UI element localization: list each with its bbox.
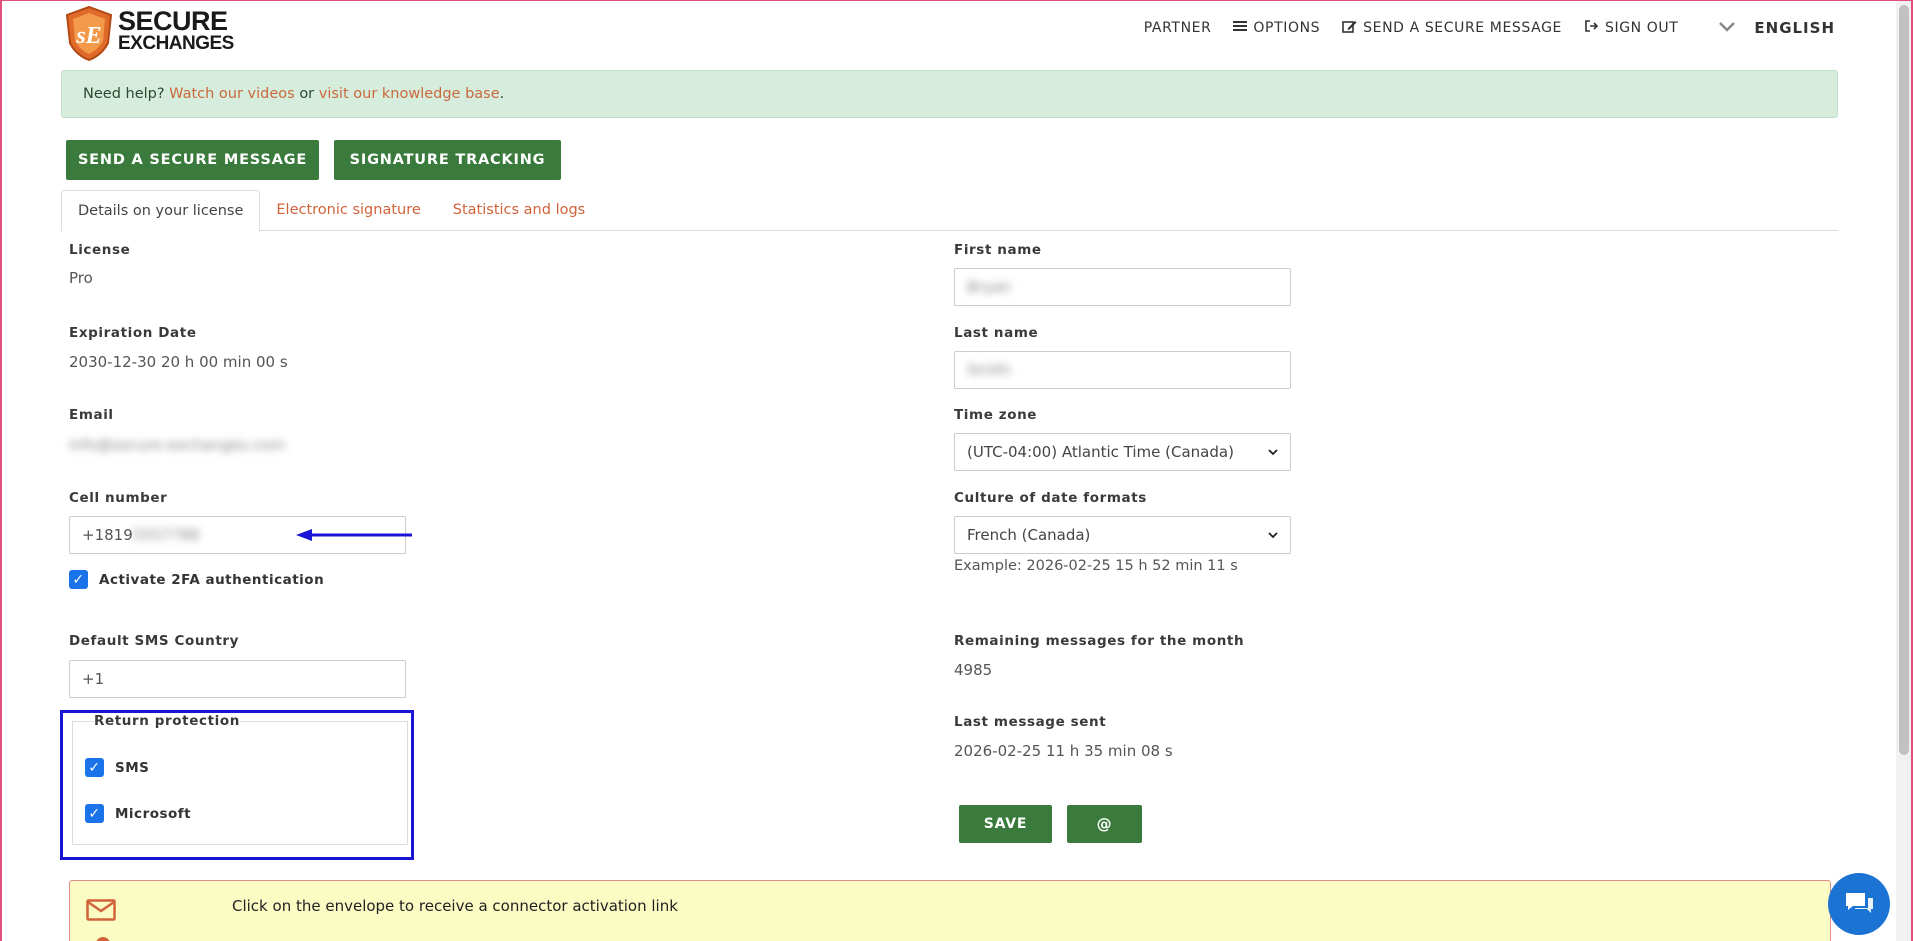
cell-number-prefix: +1819 — [82, 526, 133, 544]
default-sms-country-input[interactable]: +1 — [69, 660, 406, 698]
help-banner: Need help? Watch our videos or visit our… — [61, 70, 1838, 118]
nav-send-secure-message[interactable]: SEND A SECURE MESSAGE — [1342, 19, 1562, 37]
nav-options[interactable]: OPTIONS — [1233, 20, 1320, 36]
tab-electronic-signature[interactable]: Electronic signature — [260, 190, 436, 231]
menu-icon — [1233, 20, 1248, 36]
help-prefix: Need help? — [83, 86, 165, 102]
remaining-messages-value: 4985 — [954, 661, 993, 679]
last-name-value: Smith — [967, 361, 1011, 379]
email-label: Email — [69, 407, 114, 423]
page-scrollbar[interactable] — [1896, 1, 1911, 941]
license-value: Pro — [69, 269, 93, 287]
last-message-sent-value: 2026-02-25 11 h 35 min 08 s — [954, 742, 1173, 760]
shield-logo-icon: sE — [65, 5, 113, 61]
culture-example: Example: 2026-02-25 15 h 52 min 11 s — [954, 558, 1238, 574]
first-name-input[interactable]: Bryan — [954, 268, 1291, 306]
nav-sign-out[interactable]: SIGN OUT — [1584, 19, 1678, 37]
tab-statistics-logs[interactable]: Statistics and logs — [437, 190, 601, 231]
logo-line-1: SECURE — [118, 6, 228, 36]
culture-label: Culture of date formats — [954, 490, 1147, 506]
connector-activation-banner: Click on the envelope to receive a conne… — [69, 880, 1831, 941]
info-dot-icon — [96, 937, 110, 941]
first-name-label: First name — [954, 242, 1042, 258]
send-secure-message-button[interactable]: SEND A SECURE MESSAGE — [66, 140, 319, 180]
sign-out-icon — [1584, 19, 1599, 37]
tab-license-details[interactable]: Details on your license — [61, 190, 261, 232]
timezone-select[interactable]: (UTC-04:00) Atlantic Time (Canada) — [954, 433, 1291, 471]
chevron-down-icon — [1268, 528, 1278, 542]
watch-videos-link[interactable]: Watch our videos — [169, 86, 295, 102]
annotation-arrow-icon — [296, 529, 412, 541]
timezone-label: Time zone — [954, 407, 1038, 423]
twofa-label: Activate 2FA authentication — [99, 571, 325, 588]
help-suffix: . — [499, 86, 505, 102]
knowledge-base-link[interactable]: visit our knowledge base — [319, 86, 500, 102]
edit-icon — [1342, 19, 1357, 37]
help-or: or — [299, 86, 315, 102]
nav-sign-out-label: SIGN OUT — [1604, 19, 1679, 36]
at-button[interactable]: @ — [1067, 805, 1142, 843]
culture-select[interactable]: French (Canada) — [954, 516, 1291, 554]
secure-exchanges-logo[interactable]: sE SECURE EXCHANGES — [64, 5, 244, 61]
expiration-label: Expiration Date — [69, 325, 197, 341]
cell-number-label: Cell number — [69, 490, 168, 506]
timezone-value: (UTC-04:00) Atlantic Time (Canada) — [967, 443, 1234, 461]
logo-line-2: EXCHANGES — [118, 33, 234, 54]
nav-options-label: OPTIONS — [1253, 19, 1321, 36]
svg-text:sE: sE — [75, 23, 101, 49]
connector-activation-text: Click on the envelope to receive a conne… — [232, 897, 678, 915]
scrollbar-thumb[interactable] — [1899, 5, 1909, 755]
chat-widget-button[interactable] — [1828, 873, 1890, 935]
twofa-checkbox-row[interactable]: ✓ Activate 2FA authentication — [69, 570, 324, 589]
expiration-value: 2030-12-30 20 h 00 min 00 s — [69, 353, 288, 371]
last-name-input[interactable]: Smith — [954, 351, 1291, 389]
top-header: sE SECURE EXCHANGES PARTNER OPTIONS SEND… — [2, 1, 1913, 67]
logo-wordmark: SECURE EXCHANGES — [118, 6, 234, 55]
signature-tracking-button[interactable]: SIGNATURE TRACKING — [334, 140, 561, 180]
chat-icon — [1846, 893, 1873, 913]
email-value: info@secure-exchanges.com — [69, 436, 285, 454]
annotation-highlight-box — [60, 710, 414, 860]
language-selector[interactable]: ENGLISH — [1754, 19, 1835, 37]
first-name-value: Bryan — [967, 278, 1012, 296]
envelope-icon[interactable] — [86, 899, 116, 925]
checkbox-checked-icon[interactable]: ✓ — [69, 570, 88, 589]
chevron-down-icon[interactable] — [1718, 17, 1736, 38]
default-sms-country-label: Default SMS Country — [69, 633, 240, 649]
license-label: License — [69, 242, 131, 258]
culture-value: French (Canada) — [967, 526, 1091, 544]
nav-partner-label: PARTNER — [1143, 19, 1212, 36]
tab-bar: Details on your license Electronic signa… — [61, 190, 1838, 232]
top-nav: PARTNER OPTIONS SEND A SECURE MESSAGE SI… — [1122, 17, 1835, 38]
cell-number-hidden: 5557788 — [132, 526, 200, 544]
last-message-sent-label: Last message sent — [954, 714, 1107, 730]
nav-partner[interactable]: PARTNER — [1144, 20, 1212, 36]
nav-send-label: SEND A SECURE MESSAGE — [1363, 19, 1562, 36]
remaining-messages-label: Remaining messages for the month — [954, 633, 1245, 649]
chevron-down-icon — [1268, 445, 1278, 459]
last-name-label: Last name — [954, 325, 1039, 341]
save-button[interactable]: SAVE — [959, 805, 1052, 843]
